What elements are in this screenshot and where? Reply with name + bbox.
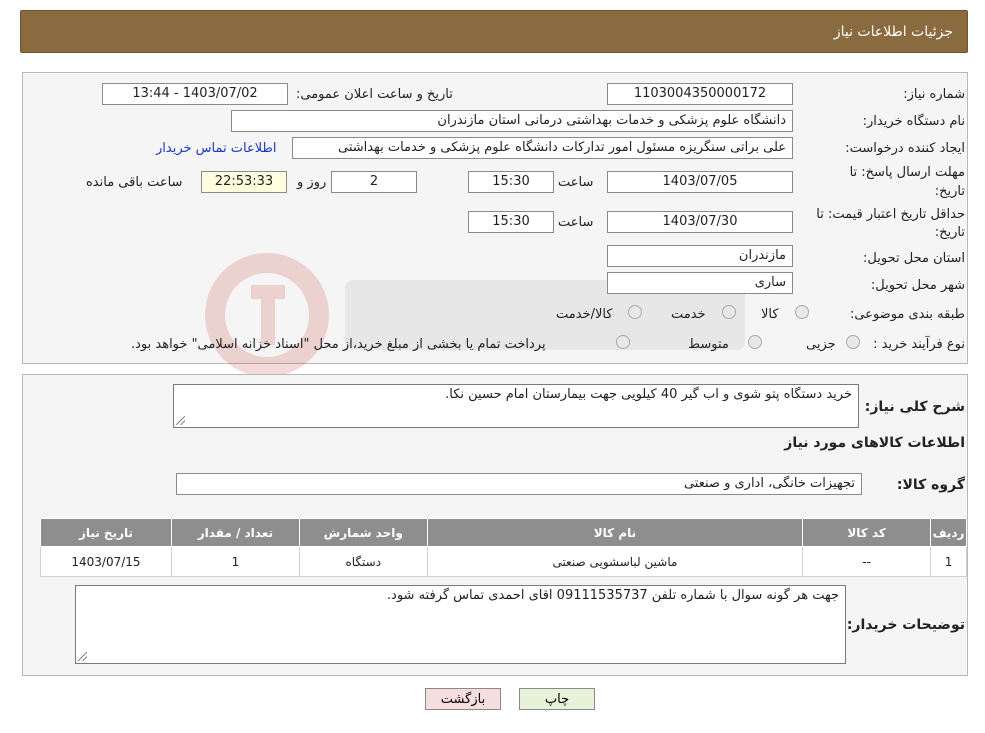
summary-label: شرح کلی نیاز: xyxy=(864,399,965,415)
buyer-org-label: نام دستگاه خریدار: xyxy=(862,114,965,129)
province-label: استان محل تحویل: xyxy=(863,251,965,266)
category-option-goods: کالا xyxy=(761,307,779,322)
summary-text: خرید دستگاه پتو شوی و اب گیر 40 کیلویی ج… xyxy=(445,387,852,402)
days-label: روز و xyxy=(297,175,327,190)
deadline-date-field[interactable]: 1403/07/05 xyxy=(607,171,793,193)
deadline-label: مهلت ارسال پاسخ: تا xyxy=(849,165,965,180)
deadline-time-label: ساعت xyxy=(558,175,594,190)
cell-code: -- xyxy=(802,546,932,577)
buyer-notes-label: توضیحات خریدار: xyxy=(846,617,965,633)
category-radio-service[interactable] xyxy=(722,305,736,319)
page-title: جزئیات اطلاعات نیاز xyxy=(833,23,953,40)
remaining-time-field[interactable]: 22:53:33 xyxy=(201,171,287,193)
table-row[interactable]: 1 -- ماشین لباسشویی صنعتی دستگاه 1 1403/… xyxy=(40,546,967,577)
summary-textarea[interactable]: خرید دستگاه پتو شوی و اب گیر 40 کیلویی ج… xyxy=(173,384,859,428)
city-field[interactable]: ساری xyxy=(607,272,793,294)
days-remaining-field[interactable]: 2 xyxy=(331,171,417,193)
col-row: ردیف xyxy=(930,518,967,547)
province-field[interactable]: مازندران xyxy=(607,245,793,267)
page-header: جزئیات اطلاعات نیاز xyxy=(20,10,968,53)
col-unit: واحد شمارش xyxy=(298,518,428,547)
buyer-contact-link[interactable]: اطلاعات تماس خریدار xyxy=(156,141,276,156)
resize-grip-icon[interactable] xyxy=(176,416,185,425)
goods-group-label: گروه کالا: xyxy=(896,477,965,493)
payment-treasury-checkbox[interactable] xyxy=(616,335,630,349)
remaining-time-label: ساعت باقی مانده xyxy=(86,175,183,190)
need-number-label: شماره نیاز: xyxy=(903,87,965,102)
validity-time-label: ساعت xyxy=(558,215,594,230)
process-option-medium: متوسط xyxy=(688,337,729,352)
category-option-goods-service: کالا/خدمت xyxy=(556,307,613,322)
deadline-label-date: تاریخ: xyxy=(934,184,965,199)
cell-row: 1 xyxy=(930,546,967,577)
col-need-date: تاریخ نیاز xyxy=(40,518,172,547)
goods-table-header: ردیف کد کالا نام کالا واحد شمارش تعداد /… xyxy=(40,518,967,547)
category-label: طبقه بندی موضوعی: xyxy=(849,307,965,322)
category-radio-goods[interactable] xyxy=(795,305,809,319)
process-label: نوع فرآیند خرید : xyxy=(873,337,965,352)
validity-label: حداقل تاریخ اعتبار قیمت: تا xyxy=(816,207,965,222)
goods-group-field[interactable]: تجهیزات خانگی، اداری و صنعتی xyxy=(176,473,862,495)
process-option-minor: جزیی xyxy=(806,337,836,352)
col-quantity: تعداد / مقدار xyxy=(170,518,300,547)
cell-quantity: 1 xyxy=(170,546,300,577)
cell-unit: دستگاه xyxy=(298,546,428,577)
resize-grip-icon[interactable] xyxy=(78,652,87,661)
category-option-service: خدمت xyxy=(671,307,706,322)
back-button[interactable]: بازگشت xyxy=(425,688,501,710)
payment-note: پرداخت تمام یا بخشی از مبلغ خرید،از محل … xyxy=(131,337,546,352)
deadline-time-field[interactable]: 15:30 xyxy=(468,171,554,193)
col-code: کد کالا xyxy=(802,518,932,547)
validity-time-field[interactable]: 15:30 xyxy=(468,211,554,233)
print-button[interactable]: چاپ xyxy=(519,688,595,710)
cell-name: ماشین لباسشویی صنعتی xyxy=(426,546,804,577)
announce-date-label: تاریخ و ساعت اعلان عمومی: xyxy=(296,87,453,102)
creator-label: ایجاد کننده درخواست: xyxy=(845,141,965,156)
buyer-org-field[interactable]: دانشگاه علوم پزشکی و خدمات بهداشتی درمان… xyxy=(231,110,793,132)
category-radio-goods-service[interactable] xyxy=(628,305,642,319)
validity-date-field[interactable]: 1403/07/30 xyxy=(607,211,793,233)
city-label: شهر محل تحویل: xyxy=(870,278,965,293)
process-radio-minor[interactable] xyxy=(846,335,860,349)
validity-label-date: تاریخ: xyxy=(934,225,965,240)
buyer-notes-textarea[interactable]: جهت هر گونه سوال با شماره تلفن 091115357… xyxy=(75,585,846,664)
buyer-notes-text: جهت هر گونه سوال با شماره تلفن 091115357… xyxy=(386,588,839,603)
goods-info-title: اطلاعات کالاهای مورد نیاز xyxy=(784,435,965,451)
creator-field[interactable]: علی براتی سنگریزه مسئول امور تدارکات دان… xyxy=(292,137,793,159)
announce-date-field[interactable]: 1403/07/02 - 13:44 xyxy=(102,83,288,105)
col-name: نام کالا xyxy=(426,518,804,547)
process-radio-medium[interactable] xyxy=(748,335,762,349)
goods-table: ردیف کد کالا نام کالا واحد شمارش تعداد /… xyxy=(40,518,967,577)
cell-need-date: 1403/07/15 xyxy=(40,546,172,577)
need-number-field[interactable]: 1103004350000172 xyxy=(607,83,793,105)
